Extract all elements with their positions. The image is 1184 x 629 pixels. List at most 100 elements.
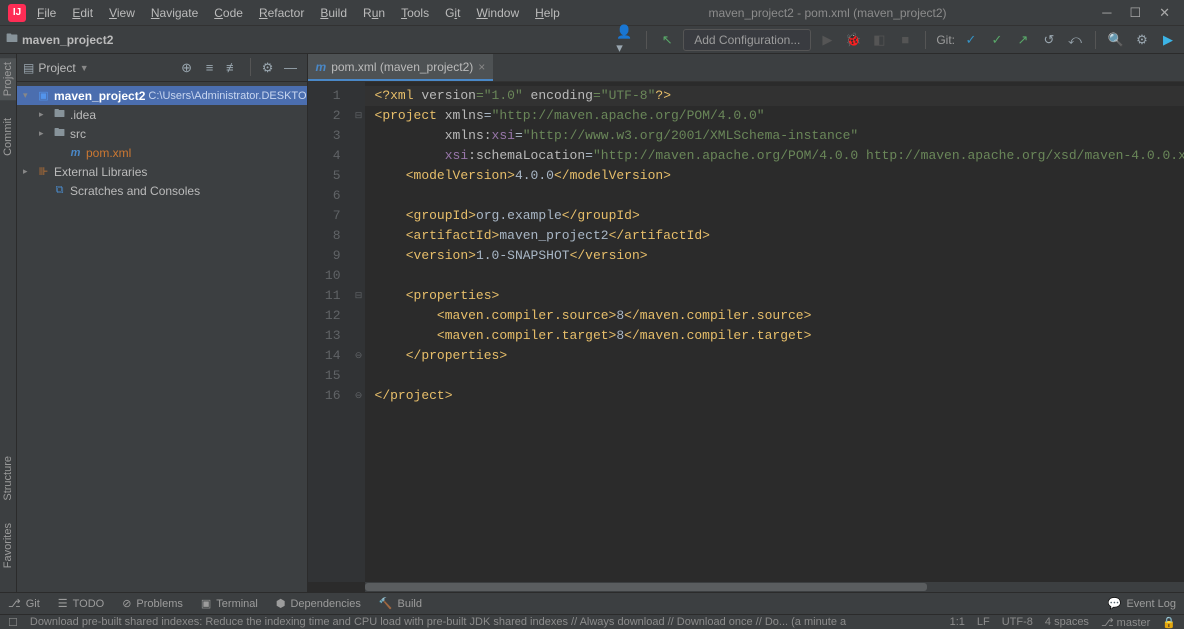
coverage-icon[interactable]: ◧ <box>869 30 889 50</box>
lock-icon[interactable]: 🔒 <box>1162 616 1176 629</box>
status-encoding[interactable]: UTF-8 <box>1002 616 1033 628</box>
collapse-arrow-icon[interactable]: ▸ <box>23 166 33 177</box>
bottom-tool-bar: ⎇Git ☰TODO ⊘Problems ▣Terminal ⬢Dependen… <box>0 592 1184 614</box>
folder-icon: 🖿 <box>6 29 18 50</box>
code-content[interactable]: <?xml version="1.0" encoding="UTF-8"?> <… <box>365 82 1184 582</box>
expand-arrow-icon[interactable]: ▾ <box>23 90 33 101</box>
rail-favorites[interactable]: Favorites <box>0 519 16 572</box>
tab-label: pom.xml (maven_project2) <box>331 60 473 74</box>
stop-icon[interactable]: ■ <box>895 30 915 50</box>
breadcrumb[interactable]: 🖿 maven_project2 <box>6 29 113 50</box>
tool-todo[interactable]: ☰TODO <box>58 597 104 610</box>
navigation-bar: 🖿 maven_project2 👤▾ ↖ Add Configuration.… <box>0 26 1184 54</box>
rollback-icon[interactable]: ⤺ <box>1065 30 1085 50</box>
window-title: maven_project2 - pom.xml (maven_project2… <box>567 6 1088 20</box>
rail-structure[interactable]: Structure <box>0 452 16 505</box>
add-configuration-button[interactable]: Add Configuration... <box>683 29 811 51</box>
pom-label: pom.xml <box>86 146 131 160</box>
warning-icon: ⊘ <box>122 597 131 610</box>
panel-title[interactable]: Project <box>38 61 75 75</box>
tree-idea[interactable]: ▸ 🖿 .idea <box>17 105 307 124</box>
git-label: Git: <box>936 33 955 47</box>
root-name: maven_project2 <box>54 89 145 103</box>
expand-icon[interactable]: ≡ <box>200 58 220 78</box>
tool-build[interactable]: 🔨Build <box>379 597 422 610</box>
horizontal-scrollbar[interactable] <box>365 582 1184 592</box>
tool-problems[interactable]: ⊘Problems <box>122 597 183 610</box>
git-commit-icon[interactable]: ✓ <box>987 30 1007 50</box>
menu-navigate[interactable]: Navigate <box>144 3 205 23</box>
collapse-arrow-icon[interactable]: ▸ <box>39 128 49 139</box>
scratches-label: Scratches and Consoles <box>70 184 200 198</box>
status-indent[interactable]: 4 spaces <box>1045 616 1089 628</box>
run-icon[interactable]: ▶ <box>817 30 837 50</box>
tool-event-log[interactable]: 💬Event Log <box>1108 597 1176 610</box>
status-branch[interactable]: ⎇ master <box>1101 616 1150 629</box>
tool-terminal[interactable]: ▣Terminal <box>201 597 258 610</box>
menu-git[interactable]: Git <box>438 3 467 23</box>
maximize-icon[interactable]: ☐ <box>1129 5 1141 21</box>
debug-icon[interactable]: 🐞 <box>843 30 863 50</box>
menu-edit[interactable]: Edit <box>65 3 100 23</box>
menu-refactor[interactable]: Refactor <box>252 3 311 23</box>
ext-label: External Libraries <box>54 165 147 179</box>
code-editor[interactable]: 12345678910111213141516 ⊟⊟⊖⊖ <?xml versi… <box>308 82 1184 582</box>
folder-icon: 🖿 <box>52 107 67 122</box>
tree-src[interactable]: ▸ 🖿 src <box>17 124 307 143</box>
close-icon[interactable]: ✕ <box>1159 5 1170 21</box>
learn-icon[interactable]: ▶ <box>1158 30 1178 50</box>
tool-dependencies[interactable]: ⬢Dependencies <box>276 597 361 610</box>
tree-external-libs[interactable]: ▸ ⊪ External Libraries <box>17 162 307 181</box>
user-icon[interactable]: 👤▾ <box>616 30 636 50</box>
menu-tools[interactable]: Tools <box>394 3 436 23</box>
history-icon[interactable]: ↺ <box>1039 30 1059 50</box>
library-icon: ⊪ <box>36 164 51 179</box>
git-push-icon[interactable]: ↗ <box>1013 30 1033 50</box>
status-line-sep[interactable]: LF <box>977 616 990 628</box>
fold-column[interactable]: ⊟⊟⊖⊖ <box>353 82 365 582</box>
dropdown-icon[interactable]: ▼ <box>80 63 89 73</box>
search-icon[interactable]: 🔍 <box>1106 30 1126 50</box>
tree-pom[interactable]: m pom.xml <box>17 143 307 162</box>
hammer-icon: 🔨 <box>379 597 393 610</box>
src-label: src <box>70 127 86 141</box>
rail-project[interactable]: Project <box>0 58 16 100</box>
editor-area: m pom.xml (maven_project2) × ✔ 123456789… <box>308 54 1184 592</box>
menu-code[interactable]: Code <box>207 3 250 23</box>
hide-icon[interactable]: — <box>281 58 301 78</box>
menu-file[interactable]: File <box>30 3 63 23</box>
collapse-icon[interactable]: ≢ <box>223 58 243 78</box>
status-message[interactable]: Download pre-built shared indexes: Reduc… <box>30 616 938 628</box>
menu-build[interactable]: Build <box>313 3 354 23</box>
locate-icon[interactable]: ⊕ <box>177 58 197 78</box>
scratch-icon: ⧉ <box>52 183 67 198</box>
minimize-icon[interactable]: ─ <box>1102 5 1111 21</box>
menu-help[interactable]: Help <box>528 3 567 23</box>
rail-commit[interactable]: Commit <box>0 114 16 160</box>
line-gutter: 12345678910111213141516 <box>308 82 353 582</box>
menu-window[interactable]: Window <box>469 3 526 23</box>
project-panel: ▤ Project ▼ ⊕ ≡ ≢ ⚙ — ▾ ▣ maven_project2… <box>17 54 308 592</box>
git-update-icon[interactable]: ✓ <box>961 30 981 50</box>
tool-git[interactable]: ⎇Git <box>8 597 40 610</box>
idea-label: .idea <box>70 108 96 122</box>
module-icon: ▣ <box>36 88 51 103</box>
menu-view[interactable]: View <box>102 3 142 23</box>
collapse-arrow-icon[interactable]: ▸ <box>39 109 49 120</box>
status-window-icon[interactable]: ☐ <box>8 616 18 629</box>
editor-tabs: m pom.xml (maven_project2) × ✔ <box>308 54 1184 82</box>
log-icon: 💬 <box>1108 597 1122 610</box>
left-tool-rail: Project Commit Structure Favorites <box>0 54 17 592</box>
deps-icon: ⬢ <box>276 597 286 610</box>
tab-close-icon[interactable]: × <box>478 60 485 74</box>
menu-run[interactable]: Run <box>356 3 392 23</box>
settings-icon[interactable]: ⚙ <box>1132 30 1152 50</box>
tree-scratches[interactable]: ⧉ Scratches and Consoles <box>17 181 307 200</box>
tab-pom[interactable]: m pom.xml (maven_project2) × <box>308 54 494 81</box>
back-icon[interactable]: ↖ <box>657 30 677 50</box>
tree-root[interactable]: ▾ ▣ maven_project2 C:\Users\Administrato… <box>17 86 307 105</box>
status-position[interactable]: 1:1 <box>950 616 965 628</box>
gear-icon[interactable]: ⚙ <box>258 58 278 78</box>
folder-icon: 🖿 <box>52 126 67 141</box>
list-icon: ☰ <box>58 597 68 610</box>
